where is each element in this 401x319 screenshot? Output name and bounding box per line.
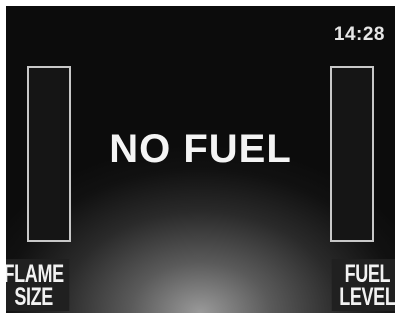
flame-size-label-line2: SIZE bbox=[14, 283, 53, 311]
fireplace-display-screen: 14:28 NO FUEL FLAME SIZE FUEL LEVEL bbox=[6, 6, 395, 313]
fuel-level-label: FUEL LEVEL bbox=[331, 259, 395, 311]
flame-size-button[interactable]: FLAME SIZE bbox=[6, 259, 70, 311]
clock-readout: 14:28 bbox=[333, 24, 385, 45]
status-message: NO FUEL bbox=[109, 127, 292, 171]
fuel-level-label-line2: LEVEL bbox=[339, 283, 395, 311]
